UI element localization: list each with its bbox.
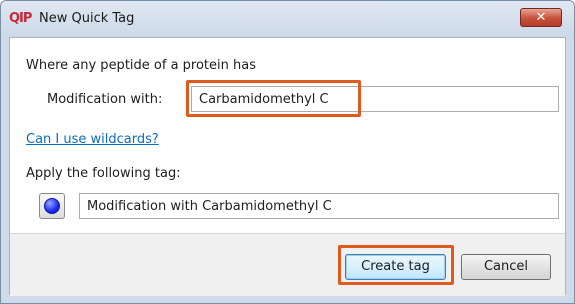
create-tag-button[interactable]: Create tag bbox=[345, 254, 446, 280]
tag-name-input[interactable] bbox=[79, 193, 559, 219]
window-title: New Quick Tag bbox=[39, 11, 135, 26]
title-bar: QIP New Quick Tag ✕ bbox=[1, 1, 574, 37]
dialog-body: Where any peptide of a protein has Modif… bbox=[9, 37, 566, 296]
color-swatch-icon bbox=[44, 198, 60, 214]
quick-tag-dialog: QIP New Quick Tag ✕ Where any peptide of… bbox=[0, 0, 575, 304]
apply-tag-label: Apply the following tag: bbox=[26, 166, 181, 181]
wildcards-help-link[interactable]: Can I use wildcards? bbox=[26, 132, 159, 147]
criteria-heading: Where any peptide of a protein has bbox=[26, 58, 256, 73]
tag-color-button[interactable] bbox=[39, 193, 65, 219]
close-icon: ✕ bbox=[535, 10, 547, 25]
cancel-button[interactable]: Cancel bbox=[461, 254, 551, 280]
modification-label: Modification with: bbox=[47, 92, 163, 107]
app-logo-icon: QIP bbox=[9, 11, 32, 26]
modification-input[interactable] bbox=[191, 86, 559, 112]
close-button[interactable]: ✕ bbox=[520, 8, 562, 27]
button-bar: Create tag Cancel bbox=[10, 233, 565, 296]
